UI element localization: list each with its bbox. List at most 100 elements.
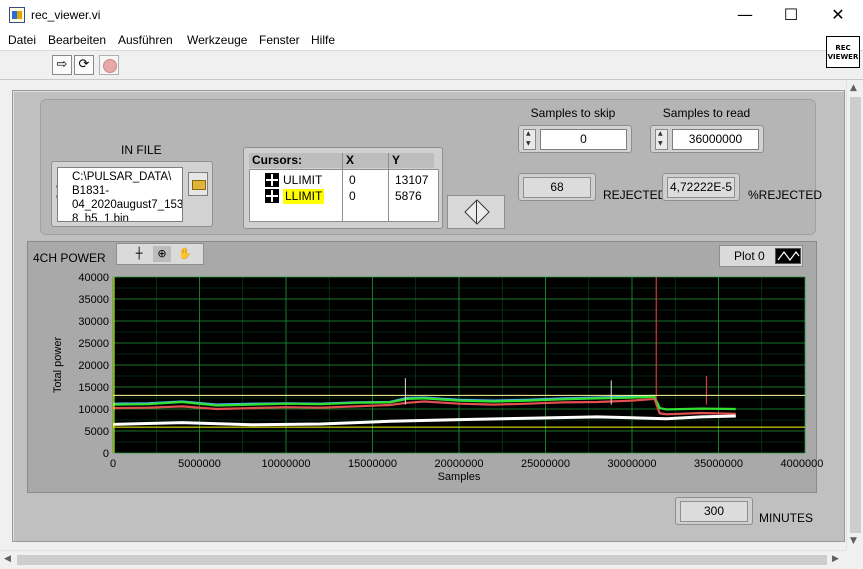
cursor-mover-icon[interactable]: ┼ xyxy=(130,246,148,262)
labview-window: rec_viewer.vi — ☐ ✕ Datei Bearbeiten Aus… xyxy=(0,0,863,569)
samples-to-read-input[interactable]: 36000000 xyxy=(672,129,759,150)
y-tick-label: 25000 xyxy=(78,338,109,350)
y-tick-label: 15000 xyxy=(78,382,109,394)
browse-folder-icon[interactable] xyxy=(188,172,208,196)
x-tick-label: 30000000 xyxy=(608,458,657,470)
menu-ausfuehren[interactable]: Ausführen xyxy=(118,33,173,47)
path-line: B1831- xyxy=(72,185,110,197)
cursor-header-name: Cursors: xyxy=(249,153,342,168)
x-tick-label: 10000000 xyxy=(262,458,311,470)
front-panel: IN FILE ᵒᵒ C:\PULSAR_DATA\ B1831- 04_202… xyxy=(12,90,845,542)
plot-legend[interactable]: Plot 0 xyxy=(719,245,803,267)
x-tick-label: 15000000 xyxy=(348,458,397,470)
y-tick-label: 35000 xyxy=(78,294,109,306)
minimize-button[interactable]: — xyxy=(722,0,768,30)
percent-rejected-indicator: 4,72222E-5 xyxy=(662,173,740,201)
run-continuously-icon[interactable]: ⟳ xyxy=(74,55,94,75)
menu-werkzeuge[interactable]: Werkzeuge xyxy=(187,33,247,47)
samples-to-skip-label: Samples to skip xyxy=(530,106,616,120)
increment-decrement-icon[interactable]: ▲ ▼ xyxy=(523,129,536,150)
y-tick-label: 10000 xyxy=(78,404,109,416)
cursor-table: ULIMIT 0 13107 LLIMIT 0 5876 xyxy=(249,169,439,222)
vi-connector-icon: REC VIEWER xyxy=(826,36,860,68)
y-tick-label: 20000 xyxy=(78,360,109,372)
menu-hilfe[interactable]: Hilfe xyxy=(311,33,335,47)
horizontal-scrollbar[interactable]: ◀ ▶ xyxy=(0,550,846,569)
crosshair-icon xyxy=(265,189,279,203)
cursor-move-diamond-button[interactable] xyxy=(447,195,505,229)
y-axis-label: Total power xyxy=(52,337,64,394)
increment-decrement-icon[interactable]: ▲ ▼ xyxy=(655,129,668,150)
rejected-label: REJECTED xyxy=(603,188,667,202)
samples-to-skip-input[interactable]: 0 xyxy=(540,129,627,150)
vi-icon-line2: VIEWER xyxy=(827,53,859,61)
run-arrow-icon[interactable]: ⇨ xyxy=(52,55,72,75)
scroll-up-icon[interactable]: ▲ xyxy=(850,83,857,93)
in-file-path-field[interactable]: C:\PULSAR_DATA\ B1831- 04_2020august7_15… xyxy=(57,167,183,222)
vi-icon-line1: REC xyxy=(835,44,851,52)
cursor-header-y: Y xyxy=(389,153,434,168)
samples-to-skip-control: ▲ ▼ 0 xyxy=(518,125,632,153)
percent-rejected-label: %REJECTED xyxy=(748,188,823,202)
in-file-path-control: ᵒᵒ C:\PULSAR_DATA\ B1831- 04_2020august7… xyxy=(51,161,213,227)
samples-to-read-control: ▲ ▼ 36000000 xyxy=(650,125,764,153)
path-line: 8_h5_1.bin xyxy=(72,213,129,222)
percent-rejected-value: 4,72222E-5 xyxy=(667,177,735,198)
cursor-name[interactable]: ULIMIT xyxy=(283,173,322,188)
rejected-value: 68 xyxy=(523,177,591,198)
scroll-thumb[interactable] xyxy=(17,555,827,565)
cursor-name-selected[interactable]: LLIMIT xyxy=(283,189,325,204)
menu-bearbeiten[interactable]: Bearbeiten xyxy=(48,33,106,47)
minutes-indicator: 300 xyxy=(675,497,753,525)
minutes-value: 300 xyxy=(680,501,748,522)
column-divider xyxy=(388,153,389,222)
pan-hand-icon[interactable]: ✋ xyxy=(176,246,194,262)
zoom-icon[interactable]: ⊕ xyxy=(153,246,171,262)
plot-legend-label: Plot 0 xyxy=(734,249,765,263)
scroll-left-icon[interactable]: ◀ xyxy=(4,554,11,564)
column-divider xyxy=(342,153,343,222)
y-tick-label: 40000 xyxy=(78,272,109,284)
path-line: C:\PULSAR_DATA\ xyxy=(72,171,172,183)
scroll-thumb[interactable] xyxy=(850,97,861,533)
cursor-legend: Cursors: X Y ULIMIT 0 13107 LLIMIT 0 587… xyxy=(243,147,443,229)
plot-line-style-icon xyxy=(775,248,801,264)
vertical-scrollbar[interactable]: ▲ ▼ xyxy=(846,80,863,550)
x-tick-label: 0 xyxy=(110,458,116,470)
toolbar: ⇨ ⟳ xyxy=(0,50,863,80)
scroll-down-icon[interactable]: ▼ xyxy=(850,536,857,546)
y-tick-label: 0 xyxy=(103,448,109,460)
power-chart[interactable]: 0 5000 10000 15000 20000 25000 30000 35000 40000… xyxy=(33,267,823,497)
in-file-label: IN FILE xyxy=(121,143,162,157)
cursor-x[interactable]: 0 xyxy=(349,189,356,204)
minutes-label: MINUTES xyxy=(759,511,813,525)
x-tick-label: 20000000 xyxy=(435,458,484,470)
x-tick-label: 40000000 xyxy=(781,458,823,470)
x-tick-label: 5000000 xyxy=(178,458,221,470)
path-line: 04_2020august7_153 xyxy=(72,199,183,211)
graph-palette: ┼ ⊕ ✋ xyxy=(116,243,204,265)
abort-execution-icon[interactable] xyxy=(99,55,119,75)
scroll-right-icon[interactable]: ▶ xyxy=(832,554,839,564)
title-bar: rec_viewer.vi — ☐ ✕ xyxy=(0,0,863,30)
labview-vi-icon xyxy=(9,7,25,23)
menu-bar: Datei Bearbeiten Ausführen Werkzeuge Fen… xyxy=(0,30,863,50)
menu-datei[interactable]: Datei xyxy=(8,33,36,47)
x-tick-label: 35000000 xyxy=(694,458,743,470)
crosshair-icon xyxy=(265,173,279,187)
maximize-button[interactable]: ☐ xyxy=(768,0,814,30)
x-axis-label: Samples xyxy=(438,471,481,483)
cursor-y[interactable]: 13107 xyxy=(395,173,428,188)
y-tick-label: 5000 xyxy=(85,426,109,438)
cursor-header-x: X xyxy=(343,153,388,168)
window-title: rec_viewer.vi xyxy=(31,8,101,22)
rejected-indicator: 68 xyxy=(518,173,596,201)
menu-fenster[interactable]: Fenster xyxy=(259,33,300,47)
samples-to-read-label: Samples to read xyxy=(662,106,751,120)
graph-label: 4CH POWER xyxy=(33,251,106,265)
y-tick-label: 30000 xyxy=(78,316,109,328)
x-tick-label: 25000000 xyxy=(521,458,570,470)
cursor-x[interactable]: 0 xyxy=(349,173,356,188)
close-button[interactable]: ✕ xyxy=(815,0,861,30)
cursor-y[interactable]: 5876 xyxy=(395,189,422,204)
